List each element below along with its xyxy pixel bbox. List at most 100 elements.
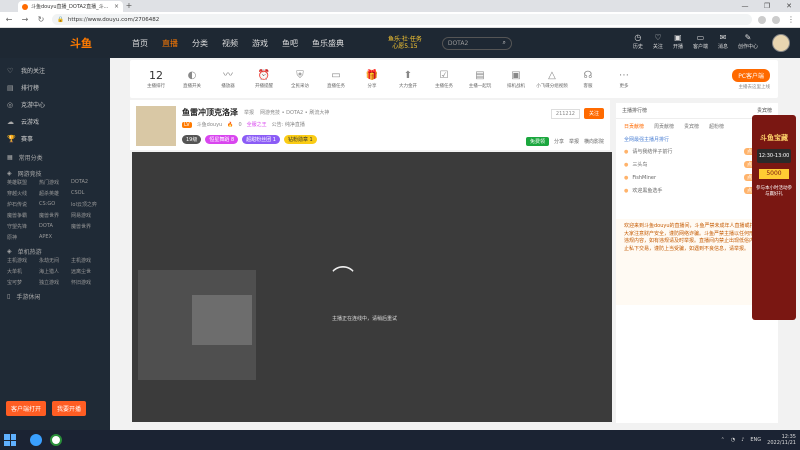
search-icon[interactable]: ⌕ [502, 39, 505, 47]
room-badge[interactable]: 19级 [182, 135, 202, 144]
pc-client-button[interactable]: PC客户端 [732, 68, 770, 82]
category-link[interactable]: 远离尘世 [71, 268, 103, 275]
toolbar-item-9[interactable]: ▣ 排机战机 [498, 70, 534, 89]
category-link[interactable]: 主机游戏 [7, 257, 39, 264]
reload-icon[interactable]: ↻ [36, 15, 46, 24]
close-window-button[interactable]: ✕ [778, 0, 800, 12]
category-link[interactable]: CS:GO [39, 201, 71, 208]
streamer-thumbnail[interactable] [136, 106, 176, 146]
room-badge[interactable]: 钻粉勋章 1 [283, 135, 317, 144]
sidebar-item-rank[interactable]: ▤ 排行榜 [0, 79, 110, 96]
nav-video[interactable]: 视频 [222, 38, 238, 49]
category-link[interactable]: 怀旧游戏 [71, 279, 103, 286]
tab-week[interactable]: 周贡献榜 [654, 123, 674, 130]
nav-live[interactable]: 直播 [162, 38, 178, 49]
nav-fishbar[interactable]: 鱼吧 [282, 38, 298, 49]
category-link[interactable]: 原神 [7, 234, 39, 241]
edge-icon[interactable] [30, 434, 42, 446]
category-link[interactable]: 英雄联盟 [7, 179, 39, 186]
category-link[interactable]: 魔兽世界 [39, 212, 71, 219]
nav-games[interactable]: 游戏 [252, 38, 268, 49]
tab-superfan[interactable]: 超粉榜 [709, 123, 724, 130]
tab-vip[interactable]: 贵宾榜 [684, 123, 699, 130]
category-link[interactable]: 热门游戏 [39, 179, 71, 186]
new-tab-button[interactable]: + [124, 1, 134, 11]
video-player[interactable]: ⌒ 主播正在连线中，请稍后重试 [132, 152, 612, 422]
browser-tab[interactable]: 斗鱼douyu直播_DOTA2直播_斗... × [18, 1, 123, 12]
share-button[interactable]: 分享 [554, 138, 564, 145]
tab-streamer-rank[interactable]: 主播排行榜 [622, 107, 647, 114]
profile-icon[interactable] [772, 15, 780, 24]
nav-category[interactable]: 分类 [192, 38, 208, 49]
toolbar-item-12[interactable]: ⋯ 更多 [606, 70, 642, 89]
category-link[interactable]: 网易游戏 [71, 212, 103, 219]
creator-button[interactable]: ✎ 创作中心 [738, 34, 758, 52]
category-link[interactable]: 守望先锋 [7, 223, 39, 230]
extension-icon[interactable] [758, 15, 766, 24]
sidebar-item-follow[interactable]: ♡ 我的关注 [0, 62, 110, 79]
tab-close-icon[interactable]: × [114, 3, 119, 10]
toolbar-item-10[interactable]: △ 小飞碟分组视频 [534, 70, 570, 89]
wifi-icon[interactable]: ◔ [731, 437, 735, 443]
toolbar-item-2[interactable]: ⏰ 开播提醒 [246, 70, 282, 89]
sidebar-item-center[interactable]: ◎ 克游中心 [0, 96, 110, 113]
report-button[interactable]: 举报 [569, 138, 579, 145]
toolbar-item-6[interactable]: ⬆ 大力金开 [390, 70, 426, 89]
theater-mode-button[interactable]: 横向影院 [584, 138, 604, 145]
room-badge[interactable]: 恒星舞蹈 8 [205, 135, 239, 144]
nav-festival[interactable]: 鱼乐盛典 [312, 38, 344, 49]
chrome-icon[interactable] [50, 434, 62, 446]
toolbar-item-5[interactable]: 🎁 分享 [354, 70, 390, 89]
message-button[interactable]: ✉ 消息 [718, 34, 728, 52]
room-category-path[interactable]: 网游竞技 • DOTA2 • 刷流大神 [260, 109, 329, 116]
report-tag[interactable]: 举报 [244, 109, 254, 116]
client-button[interactable]: ▭ 客户端 [693, 34, 708, 52]
volume-icon[interactable]: ♪ [741, 437, 744, 443]
category-link[interactable]: 宝可梦 [7, 279, 39, 286]
category-link[interactable]: 永劫无间 [39, 257, 71, 264]
toolbar-item-11[interactable]: ☊ 客服 [570, 70, 606, 89]
broadcast-button[interactable]: ▣ 开播 [673, 34, 683, 52]
promo-banner[interactable]: 鱼乐·社·任务 心愿5.15 [388, 36, 422, 50]
open-client-button[interactable]: 客户端打开 [6, 401, 47, 416]
category-link[interactable]: APEX [39, 234, 71, 241]
category-link[interactable]: 穿越火线 [7, 190, 39, 197]
menu-icon[interactable]: ⋮ [786, 15, 796, 24]
search-input[interactable]: DOTA2 ⌕ [441, 36, 512, 50]
history-button[interactable]: ◷ 历史 [633, 34, 643, 52]
category-link[interactable]: DOTA2 [71, 179, 103, 186]
rank-counter[interactable]: 12 主播排行 [138, 70, 174, 89]
url-input[interactable]: 🔒 https://www.douyu.com/2706482 [52, 14, 752, 25]
follow-button[interactable]: 关注 [583, 108, 604, 119]
category-link[interactable]: 海上猎人 [39, 268, 71, 275]
forward-icon[interactable]: → [20, 15, 30, 24]
floating-ad[interactable]: 斗鱼宝藏 12:30-13:00 5000 参与本小时活动参与赢好礼 [752, 115, 796, 320]
category-link[interactable]: 独立游戏 [39, 279, 71, 286]
minimize-button[interactable]: — [734, 0, 756, 12]
avatar[interactable] [772, 34, 790, 52]
category-link[interactable]: CSOL [71, 190, 103, 197]
room-badge[interactable]: 超甜粉丝团 1 [242, 135, 280, 144]
category-link[interactable]: lol云顶之弈 [71, 201, 103, 208]
category-link[interactable]: DOTA [39, 223, 71, 230]
maximize-button[interactable]: ❐ [756, 0, 778, 12]
category-link[interactable]: 大单机 [7, 268, 39, 275]
toolbar-item-3[interactable]: ⛨ 全民采访 [282, 70, 318, 89]
follow-button[interactable]: ♡ 关注 [653, 34, 663, 52]
streamer-name[interactable]: 斗鱼douyu [197, 121, 223, 128]
douyu-logo[interactable]: 斗鱼 [70, 35, 92, 51]
clock[interactable]: 12:35 2022/11/21 [767, 434, 796, 446]
start-live-button[interactable]: 我要开播 [52, 401, 87, 416]
toolbar-item-4[interactable]: ▭ 直播任务 [318, 70, 354, 89]
category-link[interactable]: 炉石传说 [7, 201, 39, 208]
sidebar-item-cloud[interactable]: ☁ 云游戏 [0, 113, 110, 130]
toolbar-item-0[interactable]: ◐ 直播开关 [174, 70, 210, 89]
category-link[interactable]: 主机游戏 [71, 257, 103, 264]
nav-home[interactable]: 首页 [132, 38, 148, 49]
category-link[interactable]: 超杀英雄 [39, 190, 71, 197]
language-indicator[interactable]: ENG [750, 437, 761, 443]
back-icon[interactable]: ← [4, 15, 14, 24]
tray-arrow-icon[interactable]: ⌃ [721, 437, 725, 443]
windows-start-icon[interactable] [4, 434, 16, 446]
free-gift-button[interactable]: 免费领 [525, 137, 549, 146]
